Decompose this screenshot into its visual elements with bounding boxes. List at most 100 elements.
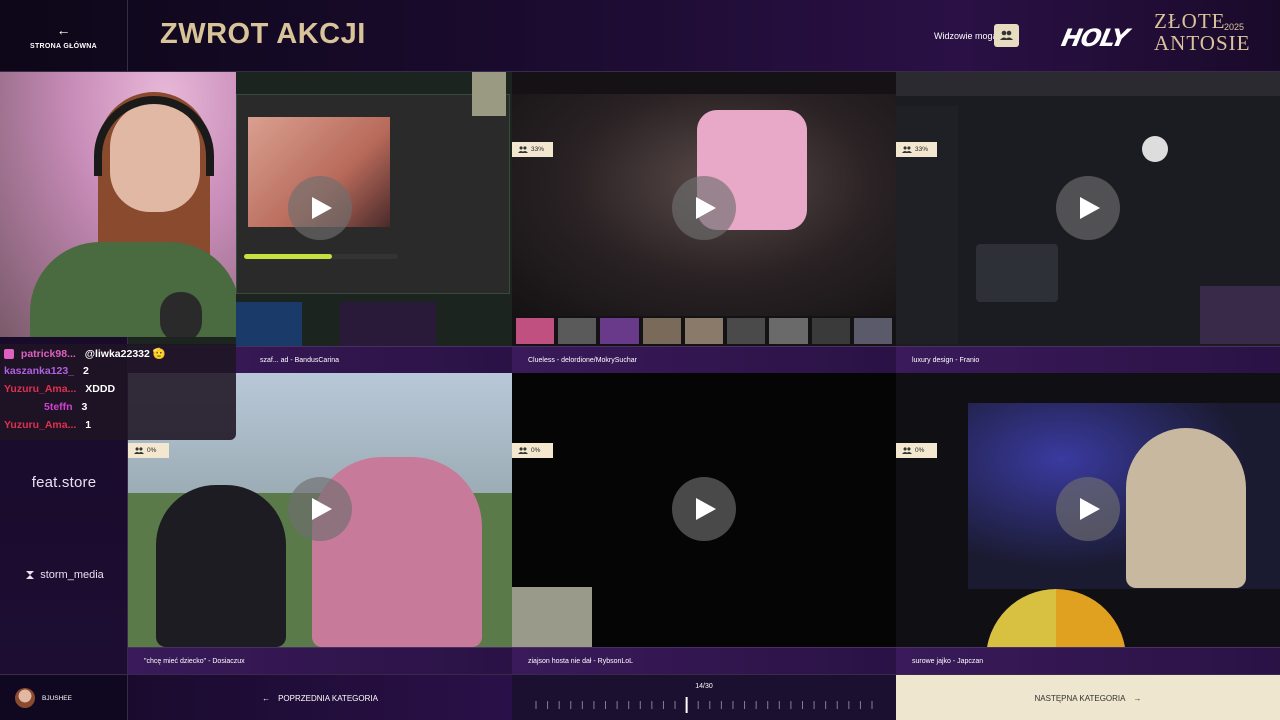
tile-caption: szaf... ad - BandusCarina [260,357,339,364]
percent-value: 0% [915,447,925,454]
users-icon [1000,30,1013,40]
chat-text: 1 [85,419,92,431]
sponsor-storm-media: storm_media [0,569,128,581]
video-tile-6[interactable]: 0% surowe jajko - Japczan [896,373,1280,674]
username: BJUSHEE [42,694,72,702]
event-logo: HOLY ZŁOTE 2025 ANTOSIE [1059,9,1260,62]
play-icon [1080,498,1100,520]
chat-text: 3 [81,401,88,413]
progress-ticks [535,697,873,713]
chat-message: 5teffn 3 [26,401,87,413]
percent-value: 33% [531,146,545,153]
chat-bubble [976,244,1058,302]
arrow-left-icon: ← [56,21,71,38]
webcam-body [30,242,236,337]
play-button[interactable] [672,176,736,240]
prev-category-label: POPRZEDNIA KATEGORIA [278,693,378,703]
footer: BJUSHEE ← POPRZEDNIA KATEGORIA 14/30 NAS… [0,674,1280,720]
video-tile-2[interactable]: 33% Clueless - delordione/MokrySuchar [512,72,896,373]
chat-username: patrick98... [20,348,76,360]
logo-zlote: ZŁOTE [1154,9,1226,33]
category-progress: 14/30 [512,675,896,720]
tile-mini-thumb [512,587,592,647]
chat-text: @liwka22332 🫡 [84,348,166,360]
tile-mini-thumb [236,302,302,348]
home-button[interactable]: ← STRONA GŁÓWNA [0,0,128,72]
prev-category-button[interactable]: ← POPRZEDNIA KATEGORIA [128,675,512,720]
tile-caption-bar: "chcę mieć dziecko" - Dosiaczux [128,647,512,674]
chat-username: kaszanka123_ [4,365,75,377]
heart-badge-icon [4,349,14,360]
chat-message: kaszanka123_ 2 [4,365,89,377]
header: ← STRONA GŁÓWNA ZWROT AKCJI Widzowie mog… [0,0,1280,72]
play-icon [1080,197,1100,219]
person-left [156,485,286,647]
user-profile[interactable]: BJUSHEE [0,675,128,720]
play-icon [696,197,716,219]
tile-caption-bar: luxury design - Franio [896,346,1280,373]
users-icon [134,447,144,454]
page-title: ZWROT AKCJI [160,18,366,50]
tile-mini-thumb [340,302,436,348]
viewer-percent-badge: 0% [896,443,937,458]
play-icon [696,498,716,520]
sponsor-feat-store: feat.store [31,474,97,491]
play-icon [312,197,332,219]
tile-bar-fill [244,254,332,259]
play-button[interactable] [1056,176,1120,240]
participant-strip [516,318,892,344]
person [1126,428,1246,588]
chat-username: Yuzuru_Ama... [4,383,77,395]
viewer-percent-badge: 33% [896,142,937,157]
avatar [15,688,35,708]
percent-value: 0% [147,447,157,454]
tile-caption-bar: Clueless - delordione/MokrySuchar [512,346,896,373]
chat-text: 2 [82,365,89,377]
viewers-can-label: Widzowie mogą [934,31,998,41]
chat-username: Yuzuru_Ama... [4,419,77,431]
user-silhouette-icon [472,72,506,116]
tile-caption: "chcę mieć dziecko" - Dosiaczux [144,658,245,665]
percent-value: 0% [531,447,541,454]
browser-tabs [896,72,1280,96]
tile-mini-thumb [1200,286,1280,344]
chat-overlay: patrick98... @liwka22332 🫡 kaszanka123_ … [0,344,236,440]
arrow-left-icon: ← [262,693,271,703]
streamer-webcam [0,72,236,337]
percent-value: 33% [915,146,929,153]
video-tile-3[interactable]: 33% luxury design - Franio [896,72,1280,373]
next-category-label: NASTĘPNA KATEGORIA [1034,693,1126,703]
next-category-button[interactable]: NASTĘPNA KATEGORIA → [896,675,1280,720]
users-icon [902,447,912,454]
viewer-percent-badge: 0% [512,443,553,458]
chat-message: Yuzuru_Ama... XDDD [4,383,115,395]
chat-message: Yuzuru_Ama... 1 [4,419,91,431]
viewer-percent-badge: 0% [128,443,169,458]
video-tile-5[interactable]: 0% ziajson hosta nie dał - RybsonLoL [512,373,896,674]
headset-icon [94,96,214,176]
play-button[interactable] [288,176,352,240]
logo-holy: HOLY [1059,24,1131,52]
users-icon [518,447,528,454]
storm-logo-icon [26,571,35,579]
arrow-right-icon: → [1133,693,1142,703]
play-button[interactable] [288,477,352,541]
play-icon [312,498,332,520]
chat-message: patrick98... @liwka22332 🫡 [4,347,166,360]
microphone-icon [160,292,202,337]
storm-label: storm_media [40,569,104,581]
play-button[interactable] [1056,477,1120,541]
chat-text: XDDD [85,383,116,395]
play-button[interactable] [672,477,736,541]
home-label: STRONA GŁÓWNA [29,42,98,50]
profile-avatar-icon [1142,136,1168,162]
tile-caption-bar: ziajson hosta nie dał - RybsonLoL [512,647,896,674]
viewers-button[interactable] [994,24,1019,47]
tile-caption: ziajson hosta nie dał - RybsonLoL [528,658,634,665]
users-icon [518,146,528,153]
tile-bar-track [244,254,398,259]
tile-caption: surowe jajko - Japczan [912,658,984,665]
logo-antosie: ANTOSIE [1154,31,1251,55]
tile-caption-bar: surowe jajko - Japczan [896,647,1280,674]
viewer-percent-badge: 33% [512,142,553,157]
